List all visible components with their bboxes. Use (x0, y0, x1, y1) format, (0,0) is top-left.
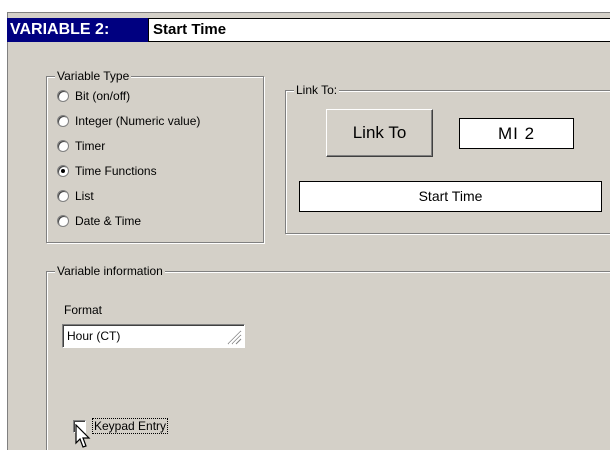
dropdown-grip-icon (227, 330, 242, 345)
link-description-field: Start Time (299, 181, 602, 212)
link-address-field: MI 2 (459, 118, 574, 149)
variable-type-option[interactable]: Integer (Numeric value) (57, 112, 200, 130)
variable-type-option[interactable]: List (57, 187, 94, 205)
variable-type-option-label: Time Functions (75, 164, 157, 178)
format-select[interactable]: Hour (CT) (62, 324, 245, 348)
variable-name-field[interactable]: Start Time (148, 18, 610, 42)
radio-unchecked-icon[interactable] (57, 115, 69, 127)
radio-unchecked-icon[interactable] (57, 90, 69, 102)
variable-type-option-label: Timer (75, 139, 106, 153)
variable-type-option-label: List (75, 189, 94, 203)
variable-number-label: VARIABLE 2: (7, 18, 148, 42)
radio-checked-icon[interactable] (57, 165, 69, 177)
radio-unchecked-icon[interactable] (57, 140, 69, 152)
variable-type-option[interactable]: Bit (on/off) (57, 87, 130, 105)
variable-type-group: Variable Type Bit (on/off) Integer (Numer… (46, 68, 264, 243)
keypad-entry-label[interactable]: Keypad Entry (92, 418, 169, 434)
mouse-pointer-icon (75, 424, 91, 448)
link-to-title: Link To: (294, 82, 340, 98)
variable-type-option-label: Integer (Numeric value) (75, 114, 201, 128)
radio-unchecked-icon[interactable] (57, 190, 69, 202)
variable-type-option[interactable]: Timer (57, 137, 105, 155)
format-label: Format (64, 303, 103, 317)
variable-type-option-label: Bit (on/off) (75, 89, 131, 103)
variable-type-option[interactable]: Time Functions (57, 162, 157, 180)
variable-type-option[interactable]: Date & Time (57, 212, 141, 230)
variable-type-option-label: Date & Time (75, 214, 142, 228)
radio-unchecked-icon[interactable] (57, 215, 69, 227)
variable-information-title: Variable information (55, 263, 165, 279)
link-to-button[interactable]: Link To (326, 109, 433, 157)
variable-type-title: Variable Type (55, 68, 132, 84)
format-value: Hour (CT) (67, 329, 121, 343)
